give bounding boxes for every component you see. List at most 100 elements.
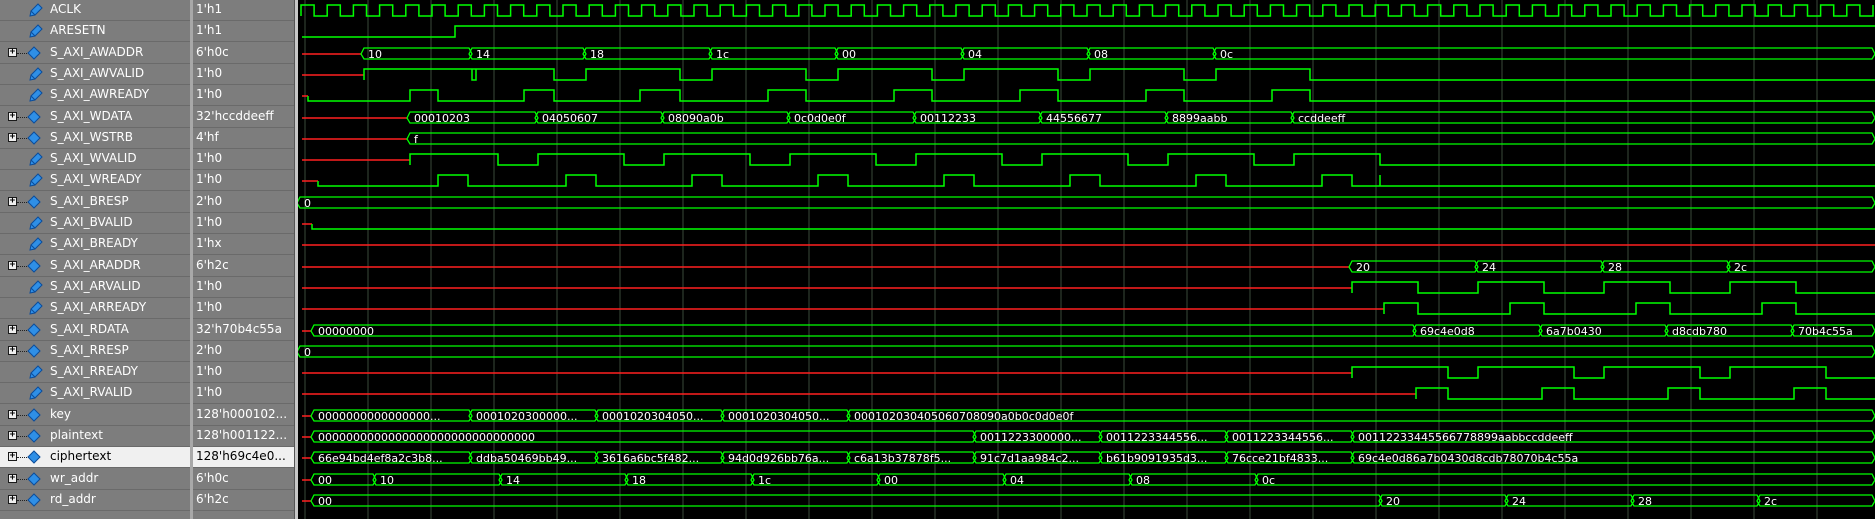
expand-icon[interactable]: + — [8, 48, 17, 57]
signal-row-s_axi_wstrb[interactable]: + S_AXI_WSTRB — [0, 128, 190, 149]
signal-row-s_axi_awaddr[interactable]: + S_AXI_AWADDR — [0, 43, 190, 64]
logic-signal-icon — [29, 88, 43, 102]
bus-segment — [1726, 260, 1875, 273]
expand-icon[interactable]: + — [8, 261, 17, 270]
value-row-s_axi_rready[interactable]: 1'h0 — [193, 362, 294, 383]
signal-value: 1'h0 — [196, 300, 223, 314]
signal-row-rd_addr[interactable]: + rd_addr — [0, 490, 190, 511]
value-row-s_axi_awaddr[interactable]: 6'h0c — [193, 43, 294, 64]
signal-row-s_axi_arvalid[interactable]: S_AXI_ARVALID — [0, 277, 190, 298]
bus-value-label: 0001020300000... — [476, 410, 577, 423]
expand-icon[interactable]: + — [8, 474, 17, 483]
signal-row-s_axi_awready[interactable]: S_AXI_AWREADY — [0, 85, 190, 106]
signal-row-aclk[interactable]: ACLK — [0, 0, 190, 21]
bus-segment — [406, 132, 1875, 145]
signal-row-s_axi_arready[interactable]: S_AXI_ARREADY — [0, 298, 190, 319]
signal-row-aresetn[interactable]: ARESETN — [0, 21, 190, 42]
bit-waveform — [409, 153, 1875, 166]
signal-name: S_AXI_WDATA — [50, 109, 133, 123]
bus-value-label: 14 — [506, 474, 520, 487]
bit-waveform — [1415, 387, 1875, 400]
bus-value-label: 24 — [1512, 495, 1526, 508]
value-row-rd_addr[interactable]: 6'h2c — [193, 490, 294, 511]
waveform-canvas[interactable]: 10 14 18 1c 00 04 08 0c00010203 04050607 08090a0b… — [298, 0, 1875, 519]
expand-icon[interactable]: + — [8, 410, 17, 419]
bus-signal-icon — [27, 450, 41, 464]
expand-icon[interactable]: + — [8, 197, 17, 206]
signal-row-s_axi_wvalid[interactable]: S_AXI_WVALID — [0, 149, 190, 170]
signal-row-wr_addr[interactable]: + wr_addr — [0, 469, 190, 490]
signal-value: 6'h0c — [196, 471, 229, 485]
value-row-aresetn[interactable]: 1'h1 — [193, 21, 294, 42]
row-separator — [0, 254, 190, 255]
signal-value: 1'h0 — [196, 215, 223, 229]
bus-value-label: 6a7b0430 — [1546, 325, 1602, 338]
value-row-key[interactable]: 128'h000102... — [193, 405, 294, 426]
signal-row-s_axi_rresp[interactable]: + S_AXI_RRESP — [0, 341, 190, 362]
signal-row-s_axi_rvalid[interactable]: S_AXI_RVALID — [0, 383, 190, 404]
value-row-s_axi_bvalid[interactable]: 1'h0 — [193, 213, 294, 234]
bus-value-label: 0c — [1220, 48, 1233, 61]
signal-value: 6'h2c — [196, 492, 229, 506]
value-row-s_axi_awready[interactable]: 1'h0 — [193, 85, 294, 106]
signal-row-s_axi_wready[interactable]: S_AXI_WREADY — [0, 170, 190, 191]
bus-value-label: 00112233 — [920, 112, 976, 125]
bus-value-label: 20 — [1386, 495, 1400, 508]
signal-row-s_axi_wdata[interactable]: + S_AXI_WDATA — [0, 107, 190, 128]
value-row-aclk[interactable]: 1'h1 — [193, 0, 294, 21]
expand-icon[interactable]: + — [8, 112, 17, 121]
row-separator — [193, 403, 294, 404]
bus-value-label: 0c0d0e0f — [794, 112, 847, 125]
value-row-s_axi_wready[interactable]: 1'h0 — [193, 170, 294, 191]
signal-row-s_axi_bresp[interactable]: + S_AXI_BRESP — [0, 192, 190, 213]
signal-row-s_axi_araddr[interactable]: + S_AXI_ARADDR — [0, 256, 190, 277]
bus-value-label: 2c — [1764, 495, 1777, 508]
value-row-s_axi_bresp[interactable]: 2'h0 — [193, 192, 294, 213]
value-row-s_axi_rdata[interactable]: 32'h70b4c55a — [193, 320, 294, 341]
row-separator — [0, 467, 190, 468]
row-separator — [0, 105, 190, 106]
expand-icon[interactable]: + — [8, 325, 17, 334]
signal-value: 6'h0c — [196, 45, 229, 59]
value-row-s_axi_wvalid[interactable]: 1'h0 — [193, 149, 294, 170]
value-row-ciphertext[interactable]: 128'h69c4e0... — [193, 447, 294, 468]
expand-icon[interactable]: + — [8, 452, 17, 461]
signal-row-plaintext[interactable]: + plaintext — [0, 426, 190, 447]
bus-value-label: 00 — [318, 474, 332, 487]
value-row-s_axi_rvalid[interactable]: 1'h0 — [193, 383, 294, 404]
bus-signal-icon — [27, 323, 41, 337]
signal-row-s_axi_awvalid[interactable]: S_AXI_AWVALID — [0, 64, 190, 85]
signal-name-panel: ACLK ARESETN + S_AXI_AWADDR S_AXI_AWVALID S_A… — [0, 0, 190, 519]
value-row-s_axi_bready[interactable]: 1'hx — [193, 234, 294, 255]
bus-value-label: 04 — [968, 48, 982, 61]
value-row-plaintext[interactable]: 128'h001122... — [193, 426, 294, 447]
value-row-s_axi_arready[interactable]: 1'h0 — [193, 298, 294, 319]
signal-row-key[interactable]: + key — [0, 405, 190, 426]
value-row-wr_addr[interactable]: 6'h0c — [193, 469, 294, 490]
signal-name: key — [50, 407, 72, 421]
value-row-s_axi_arvalid[interactable]: 1'h0 — [193, 277, 294, 298]
value-row-s_axi_araddr[interactable]: 6'h2c — [193, 256, 294, 277]
expand-icon[interactable]: + — [8, 346, 17, 355]
expand-icon[interactable]: + — [8, 431, 17, 440]
signal-row-s_axi_rdata[interactable]: + S_AXI_RDATA — [0, 320, 190, 341]
value-row-s_axi_rresp[interactable]: 2'h0 — [193, 341, 294, 362]
signal-row-s_axi_bvalid[interactable]: S_AXI_BVALID — [0, 213, 190, 234]
signal-value: 4'hf — [196, 130, 219, 144]
bus-value-label: 76cce21bf4833... — [1232, 452, 1328, 465]
expand-icon[interactable]: + — [8, 133, 17, 142]
signal-row-ciphertext[interactable]: + ciphertext — [0, 447, 190, 468]
bus-value-label: 08090a0b — [668, 112, 724, 125]
signal-name: rd_addr — [50, 492, 96, 506]
signal-row-s_axi_bready[interactable]: S_AXI_BREADY — [0, 234, 190, 255]
value-row-s_axi_wstrb[interactable]: 4'hf — [193, 128, 294, 149]
expand-icon[interactable]: + — [8, 495, 17, 504]
signal-name: S_AXI_RREADY — [50, 364, 138, 378]
value-row-s_axi_awvalid[interactable]: 1'h0 — [193, 64, 294, 85]
value-row-s_axi_wdata[interactable]: 32'hccddeeff — [193, 107, 294, 128]
row-separator — [193, 41, 294, 42]
signal-row-s_axi_rready[interactable]: S_AXI_RREADY — [0, 362, 190, 383]
logic-signal-icon — [29, 67, 43, 81]
bus-value-label: 91c7d1aa984c2... — [980, 452, 1079, 465]
row-separator — [193, 510, 294, 511]
